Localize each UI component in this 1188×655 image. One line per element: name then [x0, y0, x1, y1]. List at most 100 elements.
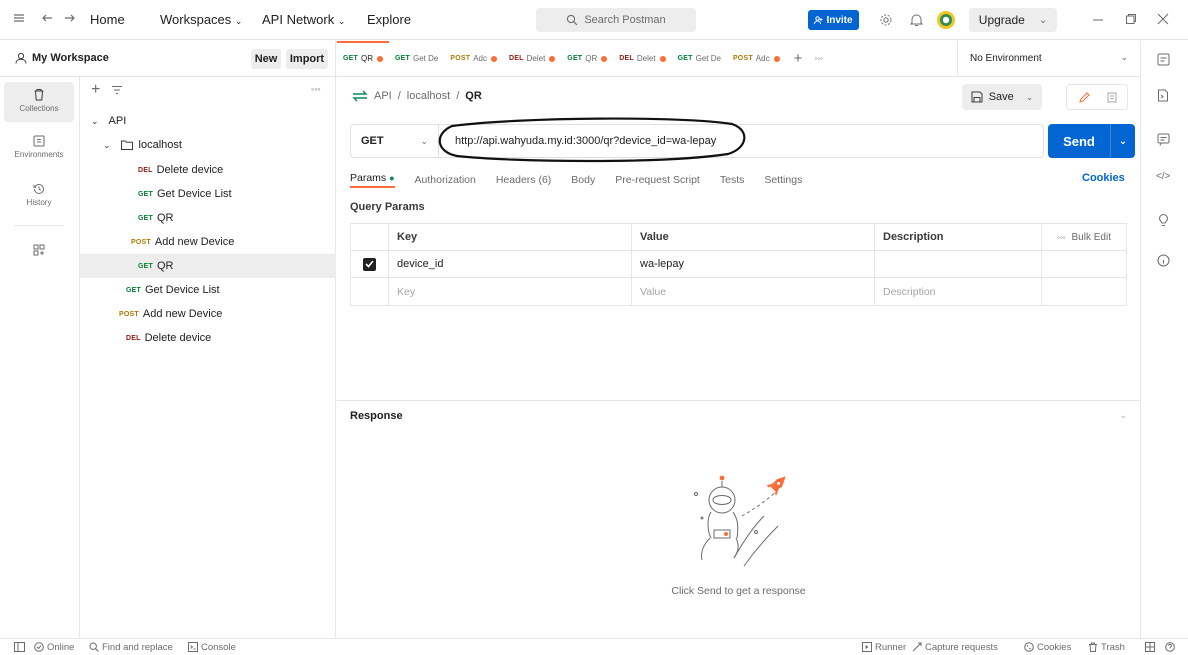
code-icon[interactable]: </> — [1156, 171, 1170, 182]
online-status[interactable]: Online — [34, 642, 74, 653]
right-rail: </> — [1140, 41, 1188, 638]
tree-item[interactable]: POST Add new Device — [80, 302, 336, 326]
rail-collections[interactable]: Collections — [4, 82, 74, 122]
import-button[interactable]: Import — [286, 49, 328, 69]
empty-response-message: Click Send to get a response — [671, 585, 806, 597]
info-icon[interactable] — [1157, 254, 1170, 267]
left-rail: Collections Environments History — [0, 77, 80, 638]
new-tab-icon[interactable]: + — [794, 50, 803, 67]
tree-item[interactable]: DEL Delete device — [80, 158, 336, 182]
chevron-down-icon[interactable]: ⌄ — [1119, 410, 1127, 421]
maximize-icon[interactable] — [1125, 13, 1137, 25]
back-arrow-icon[interactable] — [41, 12, 53, 24]
cookies-link[interactable]: Cookies — [1082, 172, 1125, 184]
top-bar: Home Workspaces ⌄ API Network ⌄ Explore … — [0, 0, 1188, 40]
minimize-icon[interactable] — [1092, 14, 1104, 26]
tree-item[interactable]: GET QR — [80, 206, 336, 230]
environment-quick-look-icon[interactable] — [1157, 53, 1170, 66]
param-description-input[interactable]: Description — [875, 278, 1042, 305]
tab-authorization[interactable]: Authorization — [415, 174, 476, 186]
chevron-down-icon[interactable]: ⌄ — [1111, 136, 1135, 147]
tree-item[interactable]: POST Add new Device — [80, 230, 336, 254]
param-key-input[interactable]: Key — [389, 278, 632, 305]
pencil-icon[interactable] — [1071, 88, 1097, 106]
unsaved-dot — [601, 55, 608, 62]
rail-history[interactable]: History — [4, 183, 74, 207]
close-icon[interactable] — [1157, 13, 1169, 25]
new-button[interactable]: New — [251, 49, 281, 69]
tab-settings[interactable]: Settings — [764, 174, 802, 186]
tab-body[interactable]: Body — [571, 174, 595, 186]
nav-api-network[interactable]: API Network ⌄ — [262, 12, 345, 27]
query-params-title: Query Params — [350, 201, 425, 213]
param-key-input[interactable]: device_id — [389, 251, 632, 277]
param-description-input[interactable] — [875, 251, 1042, 277]
environment-icon — [4, 135, 74, 147]
more-tabs-icon[interactable]: ◦◦◦ — [814, 54, 823, 63]
param-value-input[interactable]: Value — [632, 278, 875, 305]
tree-folder-localhost[interactable]: ⌄ localhost — [80, 133, 336, 157]
document-view-icon[interactable] — [1099, 88, 1125, 106]
breadcrumb-item[interactable]: localhost — [407, 90, 450, 102]
forward-arrow-icon[interactable] — [64, 12, 76, 24]
add-icon[interactable]: + — [91, 82, 100, 98]
param-value-input[interactable]: wa-lepay — [632, 251, 875, 277]
tab-request[interactable]: DEL Delet — [503, 41, 561, 77]
capture-requests-button[interactable]: Capture requests — [912, 642, 998, 653]
environment-select[interactable]: No Environment ⌄ — [957, 41, 1140, 77]
astronaut-illustration — [694, 475, 786, 567]
rail-environments[interactable]: Environments — [4, 135, 74, 159]
notification-bell-icon[interactable] — [910, 13, 923, 27]
rail-add-apps[interactable] — [4, 244, 74, 259]
menu-icon[interactable] — [13, 12, 25, 24]
lightbulb-icon[interactable] — [1157, 213, 1170, 227]
layout-grid-icon[interactable] — [1145, 642, 1155, 652]
nav-workspaces[interactable]: Workspaces ⌄ — [160, 12, 242, 27]
more-icon[interactable]: ◦◦◦ — [311, 84, 321, 94]
settings-gear-icon[interactable] — [879, 13, 893, 27]
filter-icon[interactable] — [111, 85, 123, 95]
nav-explore[interactable]: Explore — [367, 12, 411, 27]
save-button[interactable]: Save ⌄ — [962, 84, 1042, 110]
tree-item[interactable]: DEL Delete device — [80, 326, 336, 350]
response-header[interactable]: Response ⌄ — [337, 400, 1140, 430]
tab-request[interactable]: GET Get De — [672, 41, 727, 77]
tree-item[interactable]: GET Get Device List — [80, 182, 336, 206]
toggle-sidebar-icon[interactable] — [14, 642, 25, 652]
checkbox-checked[interactable] — [363, 257, 376, 271]
tree-item[interactable]: GET Get Device List — [80, 278, 336, 302]
runner-button[interactable]: Runner — [862, 642, 906, 653]
check-circle-icon — [34, 642, 44, 652]
comments-icon[interactable] — [1157, 133, 1170, 146]
tab-tests[interactable]: Tests — [720, 174, 745, 186]
invite-button[interactable]: Invite — [808, 10, 859, 30]
help-icon[interactable] — [1165, 642, 1175, 652]
nav-home[interactable]: Home — [90, 12, 125, 27]
find-replace-button[interactable]: Find and replace — [89, 642, 173, 653]
cookies-button[interactable]: Cookies — [1024, 642, 1071, 653]
tab-request[interactable]: GET QR — [561, 41, 613, 77]
tab-params[interactable]: Params ● — [350, 172, 395, 188]
documentation-icon[interactable] — [1157, 89, 1169, 102]
trash-button[interactable]: Trash — [1088, 642, 1125, 653]
tab-headers[interactable]: Headers (6) — [496, 174, 551, 186]
table-header-row: Key Value Description ◦◦◦ Bulk Edit — [351, 224, 1126, 251]
send-button[interactable]: Send ⌄ — [1048, 124, 1135, 158]
tab-request[interactable]: GET Get De — [389, 41, 444, 77]
tab-request[interactable]: POST Adc — [727, 41, 786, 77]
breadcrumb-item[interactable]: API — [374, 90, 392, 102]
tab-request[interactable]: POST Adc — [444, 41, 503, 77]
upgrade-button[interactable]: Upgrade ⌄ — [969, 8, 1057, 32]
tree-item-selected[interactable]: GET QR — [80, 254, 336, 278]
tab-prerequest-script[interactable]: Pre-request Script — [615, 174, 700, 186]
tree-search-input[interactable] — [130, 82, 320, 100]
method-select[interactable]: GET ⌄ — [351, 125, 439, 157]
chevron-down-icon: ⌄ — [420, 135, 428, 146]
tab-request[interactable]: DEL Delet — [613, 41, 671, 77]
console-button[interactable]: Console — [188, 642, 236, 653]
avatar[interactable] — [936, 10, 956, 30]
search-input[interactable]: Search Postman — [536, 8, 696, 32]
tree-collection-api[interactable]: ⌄ API — [80, 109, 336, 133]
bulk-edit-button[interactable]: ◦◦◦ Bulk Edit — [1042, 224, 1126, 250]
tab-request[interactable]: GET QR — [337, 40, 389, 77]
